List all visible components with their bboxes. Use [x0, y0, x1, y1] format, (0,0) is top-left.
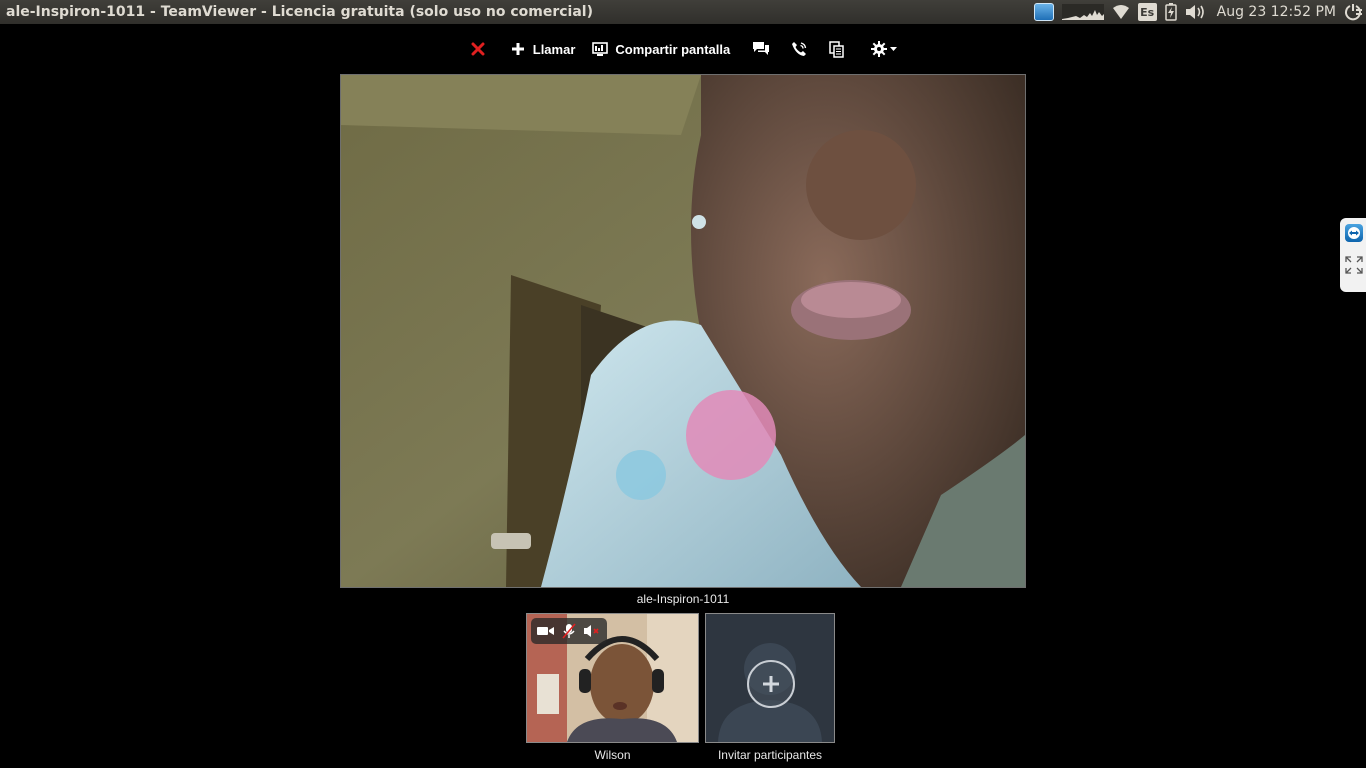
settings-button[interactable] — [862, 34, 905, 64]
participant-thumbnail-wilson[interactable] — [526, 613, 699, 743]
microphone-muted-icon[interactable] — [559, 622, 579, 640]
speaker-muted-icon[interactable] — [582, 622, 602, 640]
invite-participants-label: Invitar participantes — [717, 748, 823, 762]
top-panel: ale-Inspiron-1011 - TeamViewer - Licenci… — [0, 0, 1366, 24]
teamviewer-tray-icon[interactable] — [1033, 0, 1054, 24]
chevron-down-icon — [889, 40, 897, 58]
system-tray: Es Aug 23 12:52 PM — [1026, 0, 1366, 24]
keyboard-layout-badge[interactable]: Es — [1137, 0, 1157, 24]
wifi-icon[interactable] — [1112, 0, 1130, 24]
teamviewer-side-widget — [1340, 218, 1366, 292]
share-screen-label: Compartir pantalla — [615, 41, 731, 57]
teamviewer-toolbar: Llamar Compartir pantalla — [0, 24, 1366, 74]
system-monitor-graph-icon[interactable] — [1061, 0, 1104, 24]
chat-icon — [752, 40, 770, 58]
expand-icon[interactable] — [1345, 256, 1363, 274]
window-title: ale-Inspiron-1011 - TeamViewer - Licenci… — [6, 4, 593, 20]
phone-icon — [790, 40, 808, 58]
session-power-icon[interactable] — [1344, 0, 1362, 24]
participant-media-controls — [531, 618, 607, 644]
participant-name-wilson: Wilson — [594, 748, 631, 762]
teamviewer-icon[interactable] — [1345, 224, 1363, 242]
remote-video-feed[interactable] — [340, 74, 1026, 588]
volume-icon[interactable] — [1185, 0, 1207, 24]
battery-charging-icon[interactable] — [1164, 0, 1177, 24]
call-button[interactable]: Llamar — [501, 34, 584, 64]
end-call-button[interactable] — [461, 34, 495, 64]
remote-video-image — [341, 75, 1025, 587]
files-button[interactable] — [820, 34, 854, 64]
share-screen-button[interactable]: Compartir pantalla — [583, 34, 738, 64]
remote-participant-name: ale-Inspiron-1011 — [636, 592, 730, 606]
clock[interactable]: Aug 23 12:52 PM — [1217, 4, 1336, 20]
plus-icon — [747, 660, 795, 708]
files-icon — [828, 40, 846, 58]
camera-icon[interactable] — [536, 622, 556, 640]
chat-button[interactable] — [744, 34, 778, 64]
invite-participants-button[interactable] — [705, 613, 835, 743]
phone-button[interactable] — [782, 34, 816, 64]
close-icon — [469, 40, 487, 58]
plus-icon — [509, 40, 527, 58]
call-label: Llamar — [532, 41, 576, 57]
monitor-icon — [591, 40, 609, 58]
gear-icon — [870, 40, 888, 58]
